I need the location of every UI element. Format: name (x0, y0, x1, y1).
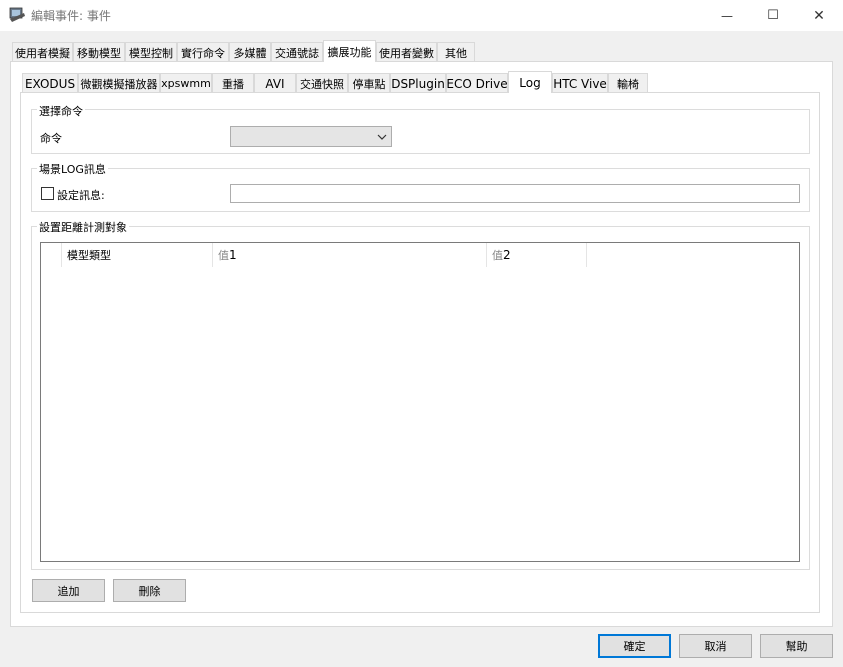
column-header-value1[interactable]: 值1 (213, 243, 487, 267)
tab-move-model[interactable]: 移動模型 (73, 42, 125, 62)
help-button[interactable]: 幫助 (760, 634, 833, 658)
minimize-icon: — (721, 8, 733, 23)
chevron-down-icon (377, 134, 387, 140)
maximize-button[interactable]: ☐ (750, 0, 796, 31)
table-header: 模型類型 值1 值2 (41, 243, 799, 267)
minimize-button[interactable]: — (704, 0, 750, 31)
log-message-input[interactable] (230, 184, 800, 203)
tab-wheelchair[interactable]: 輸椅 (608, 73, 648, 93)
tab-parking-point[interactable]: 停車點 (348, 73, 390, 93)
tab-dsplugin[interactable]: DSPlugin (390, 73, 446, 93)
row-header-corner (41, 243, 62, 267)
tab-xpswmm[interactable]: xpswmm (160, 73, 212, 93)
app-icon (9, 7, 25, 22)
tab-eco-drive[interactable]: ECO Drive (446, 73, 508, 93)
distance-target-title: 設置距離計測對象 (37, 219, 129, 235)
window-title: 編輯事件: 事件 (31, 9, 111, 23)
tab-micro-sim-player[interactable]: 微觀模擬播放器 (78, 73, 160, 93)
tab-htc-vive[interactable]: HTC Vive (552, 73, 608, 93)
tab-user-simulation[interactable]: 使用者模擬 (12, 42, 73, 62)
tab-replay[interactable]: 重播 (212, 73, 254, 93)
command-dropdown[interactable] (230, 126, 392, 147)
cancel-button[interactable]: 取消 (679, 634, 752, 658)
ok-button[interactable]: 確定 (598, 634, 671, 658)
tab-avi[interactable]: AVI (254, 73, 296, 93)
tab-other[interactable]: 其他 (437, 42, 475, 62)
scene-log-title: 場景LOG訊息 (37, 161, 108, 177)
select-command-group (31, 109, 810, 154)
close-button[interactable]: ✕ (796, 0, 842, 31)
command-label: 命令 (40, 132, 62, 145)
column-header-model-type[interactable]: 模型類型 (62, 243, 213, 267)
set-message-checkbox[interactable] (41, 187, 54, 200)
add-button[interactable]: 追加 (32, 579, 105, 602)
tab-model-control[interactable]: 模型控制 (125, 42, 177, 62)
tab-exodus[interactable]: EXODUS (22, 73, 78, 93)
delete-button[interactable]: 刪除 (113, 579, 186, 602)
tab-execute-command[interactable]: 實行命令 (177, 42, 229, 62)
tab-log[interactable]: Log (508, 71, 552, 93)
tab-user-variables[interactable]: 使用者變數 (376, 42, 437, 62)
close-icon: ✕ (813, 7, 825, 24)
tab-extensions[interactable]: 擴展功能 (323, 40, 376, 62)
tab-traffic-snapshot[interactable]: 交通快照 (296, 73, 348, 93)
tab-multimedia[interactable]: 多媒體 (229, 42, 271, 62)
select-command-title: 選擇命令 (37, 103, 85, 119)
set-message-label: 設定訊息: (57, 189, 105, 202)
maximize-icon: ☐ (767, 8, 779, 23)
distance-target-table[interactable]: 模型類型 值1 值2 (40, 242, 800, 562)
tab-traffic-signal[interactable]: 交通號誌 (271, 42, 323, 62)
column-header-value2[interactable]: 值2 (487, 243, 587, 267)
